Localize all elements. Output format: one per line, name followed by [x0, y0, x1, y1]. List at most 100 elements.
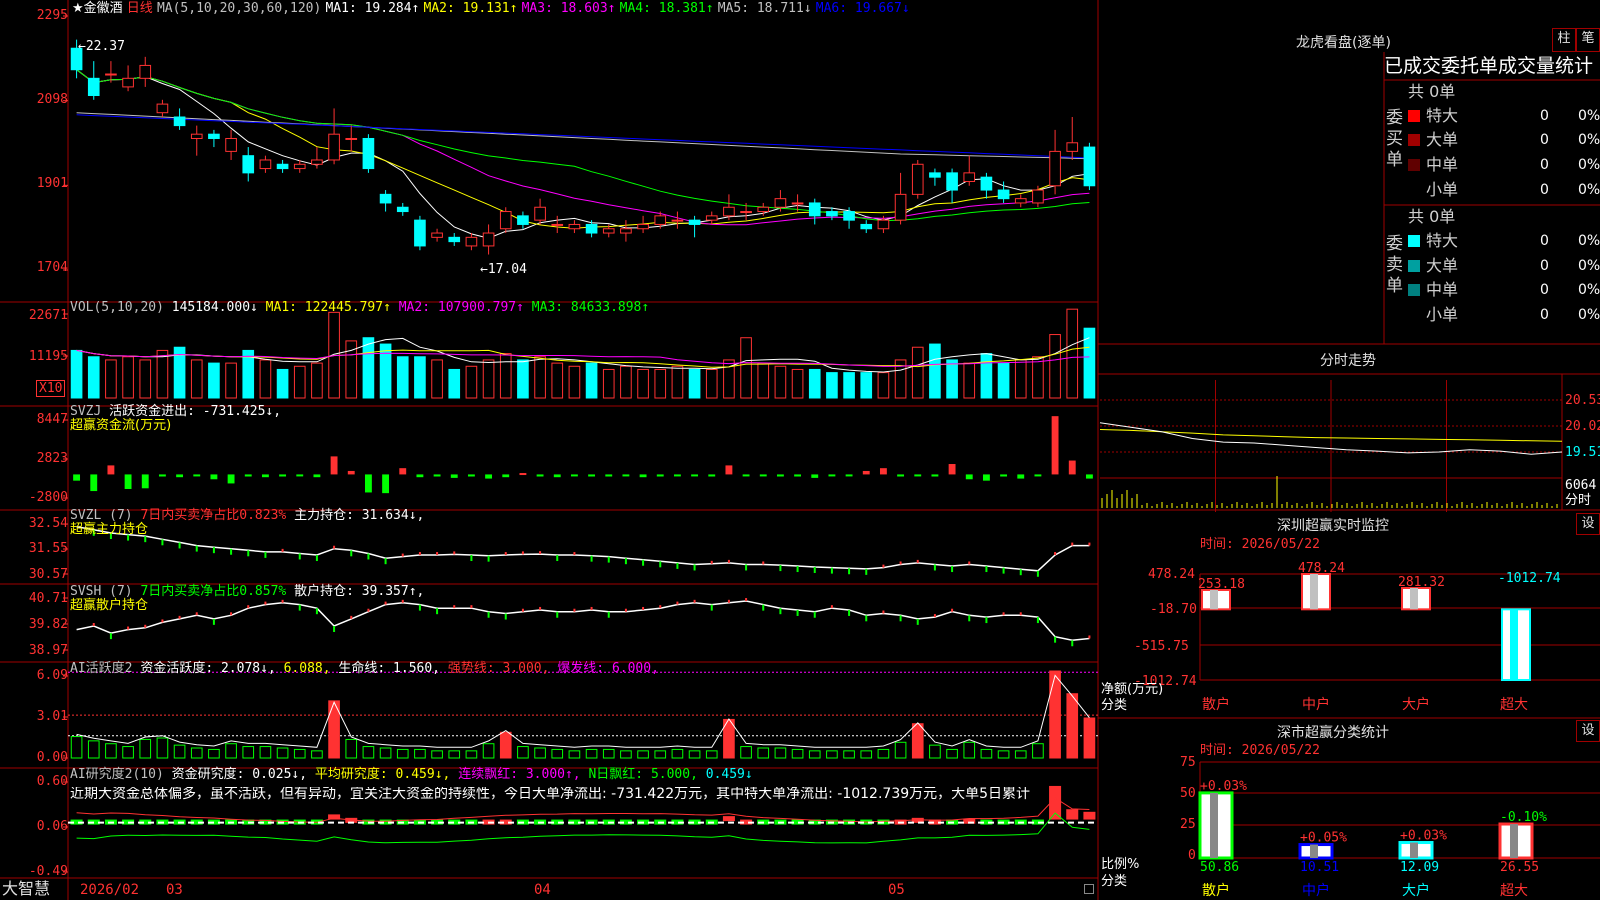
sell-row[interactable]: 小单 0 0% [1408, 303, 1600, 327]
sell-row[interactable]: 特大 0 0% [1408, 229, 1600, 253]
ai2-title: AI研究度2(10) [70, 767, 164, 782]
candle-body [1032, 189, 1044, 204]
capital-flow-bar [382, 474, 390, 494]
research-bar [1066, 809, 1079, 820]
tick-mode-button[interactable]: 笔 [1576, 28, 1600, 52]
buy-row[interactable]: 小单 0 0% [1408, 178, 1600, 202]
volume-bar [414, 356, 426, 399]
price-tick: 1704 [36, 260, 68, 275]
volume-bar [208, 362, 220, 399]
capital-flow-bar [725, 465, 733, 475]
monitor-bar-label: -1012.74 [1498, 571, 1561, 586]
volume-bar [517, 359, 529, 399]
sell-row[interactable]: 中单 0 0% [1408, 278, 1600, 302]
capital-flow-bar [296, 474, 304, 477]
candle-body [637, 223, 649, 230]
candle-body [911, 163, 924, 195]
svzj-sub: 超赢资金流(万元) [70, 418, 172, 433]
capital-flow-bar [313, 474, 321, 478]
activity-bar [190, 747, 203, 759]
activity-bar [877, 748, 890, 759]
candle-body [259, 159, 272, 170]
classify-value-label: 12.09 [1400, 860, 1439, 875]
ai1-desc3: 强势线: 3.000, [447, 661, 550, 676]
monitor-bar-shade [1310, 574, 1318, 610]
candle-body [860, 223, 873, 230]
research-bar [1083, 811, 1096, 820]
candle-body [688, 219, 701, 225]
monitor-settings-button[interactable]: 设 [1576, 513, 1600, 535]
lock-icon[interactable] [1084, 884, 1094, 894]
sell-row[interactable]: 大单 0 0% [1408, 254, 1600, 278]
activity-bar [929, 744, 941, 759]
candle-body [551, 223, 564, 226]
classify-bar-shade [1210, 792, 1218, 858]
classify-tick: 75 [1180, 755, 1196, 770]
volume-bar [534, 356, 546, 399]
buy-row[interactable]: 中单 0 0% [1408, 153, 1600, 177]
volume-bar [156, 349, 169, 399]
activity-bar [963, 741, 976, 759]
lhb-tabs[interactable]: 已成交委托单成交量统计 [1384, 54, 1600, 78]
bar-mode-button[interactable]: 柱 [1552, 28, 1576, 52]
activity-bar [671, 748, 684, 759]
capital-flow-bar [502, 474, 510, 478]
svsh-tick: 40.71 [28, 591, 68, 606]
ai2-tick: 0.06 [36, 819, 68, 834]
candle-body [225, 137, 237, 152]
row-pct: 0% [1578, 258, 1600, 274]
activity-bar [105, 743, 117, 759]
capital-flow-bar [347, 470, 355, 475]
classify-settings-button[interactable]: 设 [1576, 720, 1600, 742]
capital-flow-bar [433, 474, 441, 477]
ai2-comment: 近期大资金总体偏多，虽不活跃，但有异动，宜关注大资金的持续性，今日大单净流出: … [70, 787, 1031, 802]
candle-body [431, 232, 443, 238]
vol-unit[interactable]: X10 [36, 380, 66, 397]
period-label[interactable]: 日线 [127, 1, 153, 16]
classify-change-label: +0.03% [1400, 829, 1447, 844]
activity-bar [602, 748, 615, 759]
activity-bar [362, 746, 375, 759]
classify-value-label: 50.86 [1200, 860, 1239, 875]
volume-bar [774, 365, 787, 399]
monitor-xlabel: 分类 [1101, 698, 1128, 713]
volume-bar [637, 368, 649, 399]
brand-logo[interactable]: 大智慧 [2, 880, 50, 898]
capital-flow-bar [794, 474, 802, 477]
monitor-title: 深圳超赢实时监控 [1277, 518, 1389, 534]
candle-body [929, 172, 941, 178]
candle-body [980, 176, 993, 191]
classify-cat: 超大 [1500, 883, 1528, 899]
activity-bar [688, 750, 701, 759]
high-mark: ←22.37 [78, 39, 125, 54]
month-marker: 05 [888, 882, 905, 898]
capital-flow-bar [210, 474, 218, 480]
candle-body [946, 172, 958, 191]
legend-swatch [1408, 184, 1420, 196]
volume-bar [843, 372, 855, 399]
candle-body [105, 73, 117, 76]
ai2-desc5: 0.459↓ [705, 767, 753, 782]
legend-swatch [1408, 110, 1420, 122]
activity-bar [70, 736, 83, 759]
ai1-desc4: 爆发线: 6.000, [557, 661, 659, 676]
candle-body [774, 198, 787, 208]
vol-ma2: MA2: 107900.797↑ [398, 300, 524, 315]
classify-tick: 50 [1180, 786, 1196, 801]
volume-bar [757, 362, 770, 399]
buy-row[interactable]: 大单 0 0% [1408, 128, 1600, 152]
row-name: 中单 [1426, 280, 1459, 299]
volume-bar [946, 359, 958, 399]
vol-tick: 11195 [28, 349, 68, 364]
activity-bar [122, 746, 134, 759]
candle-body [328, 133, 340, 161]
stock-name: ★金徽酒 [72, 1, 123, 16]
candle-body [1083, 146, 1096, 187]
legend-swatch [1408, 284, 1420, 296]
volume-bar [276, 368, 289, 399]
ai1-header: AI活跃度2 资金活跃度: 2.078↓, 6.088, 生命线: 1.560,… [70, 661, 659, 676]
legend-swatch [1408, 134, 1420, 146]
buy-row[interactable]: 特大 0 0% [1408, 104, 1600, 128]
classify-bar-shade [1510, 824, 1518, 858]
volume-bar [551, 362, 564, 399]
